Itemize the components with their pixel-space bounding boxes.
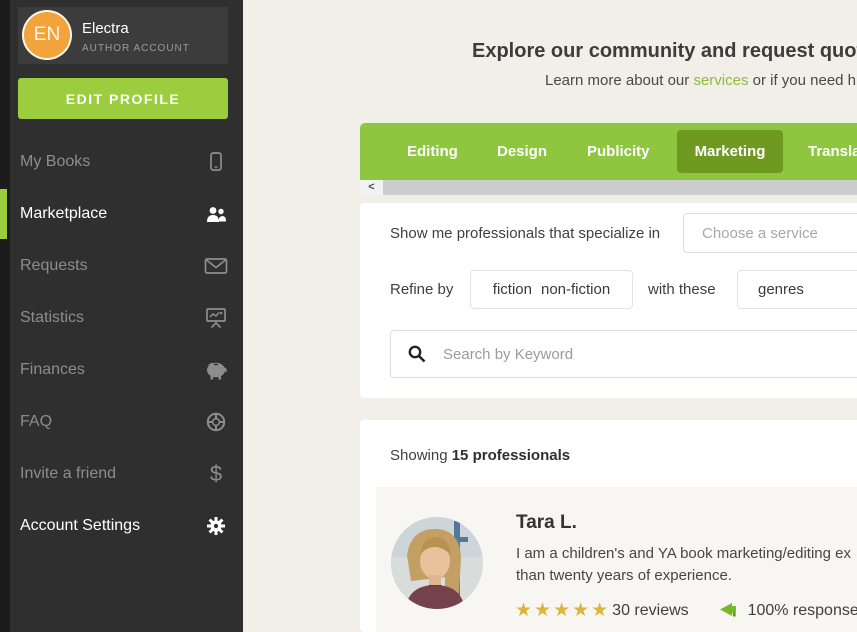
- bio-line: I am a children's and YA book marketing/…: [516, 545, 851, 562]
- subtitle-text: or if you need h: [748, 72, 856, 89]
- professional-name[interactable]: Tara L.: [516, 512, 577, 534]
- service-select[interactable]: [683, 213, 857, 253]
- search-icon: [407, 344, 427, 369]
- professional-meta: ★★★★★30 reviews 100% response rate: [515, 599, 857, 621]
- with-these-label: with these: [648, 281, 716, 298]
- sidebar: EN Electra AUTHOR ACCOUNT EDIT PROFILE M…: [0, 0, 243, 632]
- response-rate: 100% response rate: [748, 602, 857, 619]
- sidebar-item-label: My Books: [20, 153, 204, 171]
- tabs-horizontal-scrollbar[interactable]: <: [360, 180, 857, 195]
- sidebar-item-requests[interactable]: Requests: [0, 240, 243, 292]
- search-input[interactable]: [390, 330, 857, 378]
- professional-photo: [391, 517, 483, 609]
- account-name: Electra: [82, 20, 129, 37]
- sidebar-item-label: FAQ: [20, 413, 204, 431]
- tab-design[interactable]: Design: [497, 123, 547, 180]
- scroll-left-button[interactable]: <: [360, 180, 383, 195]
- tab-editing[interactable]: Editing: [407, 123, 458, 180]
- keyword-search: [390, 330, 857, 378]
- tab-publicity[interactable]: Publicity: [587, 123, 650, 180]
- results-panel: Showing 15 professionals Tara L. I am a: [360, 420, 857, 632]
- refine-by-label: Refine by: [390, 281, 453, 298]
- people-icon: [204, 202, 228, 226]
- professional-card[interactable]: Tara L. I am a children's and YA book ma…: [376, 487, 857, 632]
- megaphone-icon: [715, 604, 744, 621]
- non-fiction-option[interactable]: non-fiction: [541, 281, 610, 298]
- dollar-icon: $: [204, 462, 228, 486]
- account-panel: EN Electra AUTHOR ACCOUNT: [18, 7, 228, 64]
- tab-translation[interactable]: Translation: [808, 123, 857, 180]
- piggy-bank-icon: [204, 358, 228, 382]
- bio-line: than twenty years of experience.: [516, 567, 732, 584]
- star-rating: ★★★★★: [515, 600, 610, 621]
- showing-prefix: Showing: [390, 447, 452, 464]
- phone-icon: [204, 150, 228, 174]
- results-count: Showing 15 professionals: [390, 447, 570, 464]
- subtitle-text: Learn more about our: [545, 72, 693, 89]
- sidebar-item-faq[interactable]: FAQ: [0, 396, 243, 448]
- tab-marketing[interactable]: Marketing: [677, 130, 783, 173]
- sidebar-item-label: Marketplace: [20, 205, 204, 223]
- avatar[interactable]: EN: [22, 10, 72, 60]
- professional-bio: I am a children's and YA book marketing/…: [516, 543, 851, 587]
- account-type-label: AUTHOR ACCOUNT: [82, 43, 190, 54]
- envelope-icon: [204, 254, 228, 278]
- sidebar-item-label: Finances: [20, 361, 204, 379]
- reviews-count[interactable]: 30 reviews: [612, 602, 688, 619]
- fiction-option[interactable]: fiction: [493, 281, 532, 298]
- category-tab-bar: Editing Design Publicity Marketing Trans…: [360, 123, 857, 180]
- sidebar-item-statistics[interactable]: Statistics: [0, 292, 243, 344]
- presentation-chart-icon: [204, 306, 228, 330]
- sidebar-item-label: Statistics: [20, 309, 204, 327]
- sidebar-item-invite-a-friend[interactable]: Invite a friend $: [0, 448, 243, 500]
- fiction-toggle-group: fiction non-fiction: [470, 270, 633, 309]
- sidebar-nav: My Books Marketplace Requests Statistics: [0, 136, 243, 552]
- sidebar-item-label: Account Settings: [20, 517, 204, 535]
- showing-count: 15 professionals: [452, 447, 570, 464]
- filter-panel: Show me professionals that specialize in…: [360, 203, 857, 398]
- edit-profile-button[interactable]: EDIT PROFILE: [18, 78, 228, 119]
- page-subtitle: Learn more about our services or if you …: [545, 72, 856, 89]
- sidebar-item-label: Requests: [20, 257, 204, 275]
- sidebar-item-finances[interactable]: Finances: [0, 344, 243, 396]
- sidebar-item-marketplace[interactable]: Marketplace: [0, 188, 243, 240]
- specialize-label: Show me professionals that specialize in: [390, 225, 660, 242]
- gear-icon: [204, 514, 228, 538]
- main-content: Explore our community and request quotes…: [243, 0, 857, 632]
- sidebar-item-label: Invite a friend: [20, 465, 204, 483]
- services-link[interactable]: services: [693, 72, 748, 89]
- sidebar-item-account-settings[interactable]: Account Settings: [0, 500, 243, 552]
- sidebar-item-my-books[interactable]: My Books: [0, 136, 243, 188]
- genres-select[interactable]: genres: [737, 270, 857, 309]
- page-title: Explore our community and request quotes: [472, 40, 857, 63]
- lifebuoy-icon: [204, 410, 228, 434]
